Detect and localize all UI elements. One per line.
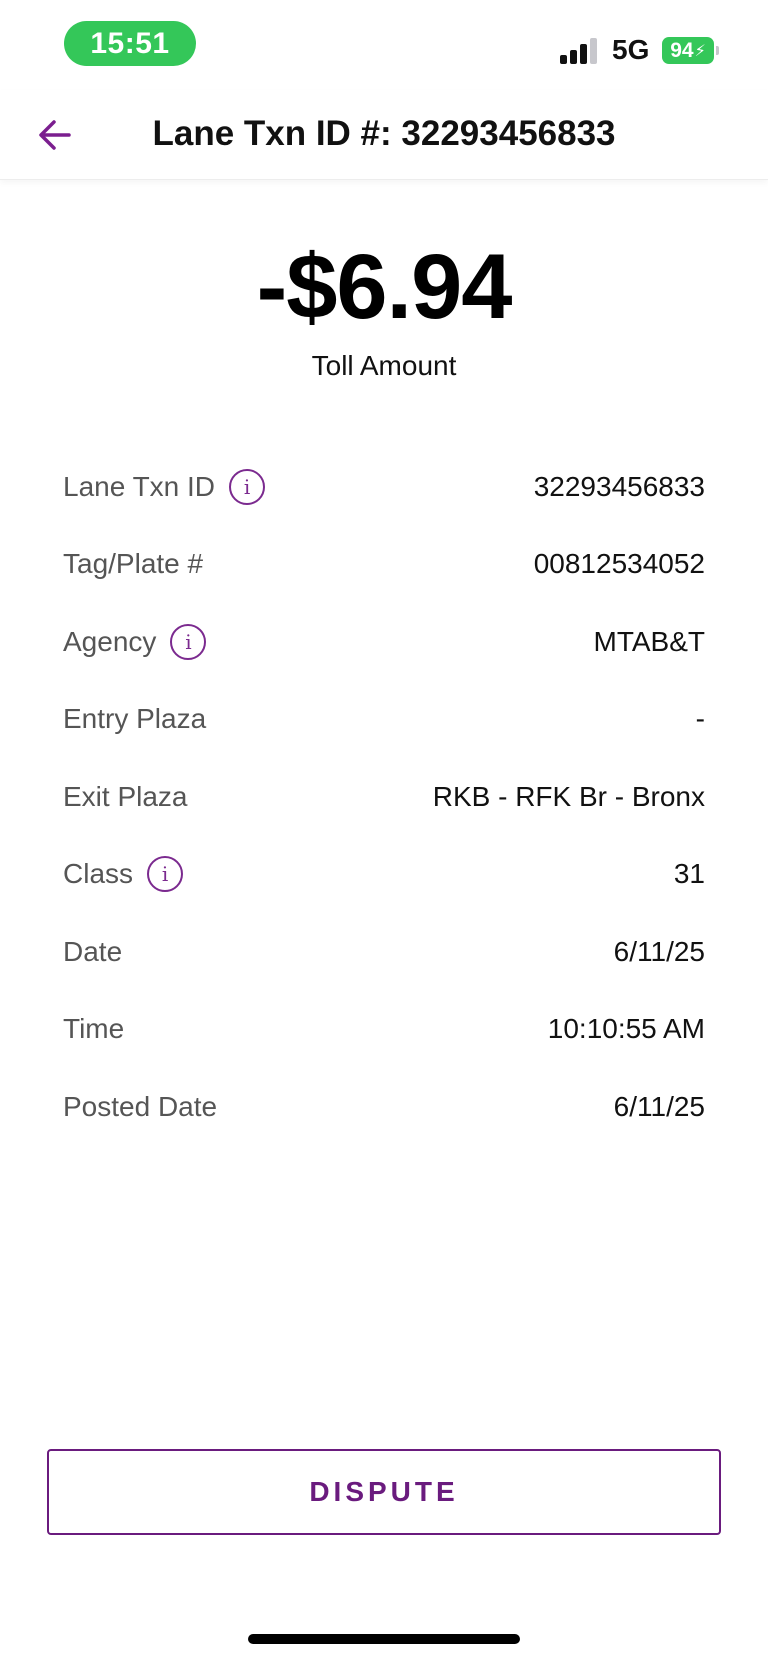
- toll-amount-value: -$6.94: [256, 236, 513, 338]
- battery-nub: [716, 46, 719, 55]
- detail-value: 31: [673, 858, 705, 890]
- info-icon[interactable]: i: [229, 468, 266, 505]
- detail-row: Agency i MTAB&T: [63, 603, 705, 681]
- detail-label: Time: [63, 1013, 125, 1045]
- detail-row: Class i 31: [63, 836, 705, 914]
- detail-label: Date: [63, 935, 123, 967]
- page-title: Lane Txn ID #: 32293456833: [152, 114, 616, 153]
- detail-row: Time 10:10:55 AM: [63, 991, 705, 1069]
- battery-level: 94: [670, 38, 694, 62]
- info-icon[interactable]: i: [147, 856, 184, 893]
- detail-value: MTAB&T: [593, 625, 705, 657]
- detail-value: RKB - RFK Br - Bronx: [432, 780, 705, 812]
- detail-row: Entry Plaza -: [63, 681, 705, 759]
- detail-label-group: Tag/Plate #: [63, 548, 203, 580]
- detail-label: Entry Plaza: [63, 703, 207, 735]
- screen: 15:51 5G 94 ⚡ Lane Txn ID #: 32293456833…: [0, 0, 768, 1662]
- detail-label-group: Time: [63, 1013, 124, 1045]
- charging-bolt-icon: ⚡: [694, 42, 706, 60]
- detail-value: 6/11/25: [613, 1090, 705, 1122]
- signal-strength-icon: [560, 38, 602, 64]
- info-icon[interactable]: i: [170, 623, 207, 660]
- detail-value: 00812534052: [533, 548, 705, 580]
- dispute-button[interactable]: DISPUTE: [47, 1449, 721, 1535]
- detail-row: Tag/Plate # 00812534052: [63, 526, 705, 604]
- home-indicator: [248, 1634, 520, 1644]
- detail-row: Date 6/11/25: [63, 913, 705, 991]
- detail-value: 6/11/25: [613, 935, 705, 967]
- detail-label-group: Lane Txn ID i: [63, 468, 266, 505]
- detail-label-group: Entry Plaza: [63, 703, 206, 735]
- detail-label-group: Date: [63, 936, 122, 968]
- detail-label: Class: [63, 858, 134, 890]
- detail-label: Lane Txn ID: [63, 470, 216, 502]
- network-type: 5G: [612, 34, 650, 65]
- status-bar: 15:51 5G 94 ⚡: [0, 0, 768, 90]
- detail-label: Tag/Plate #: [63, 548, 204, 580]
- detail-label-group: Agency i: [63, 623, 207, 660]
- toll-amount-label: Toll Amount: [311, 350, 457, 381]
- detail-label-group: Class i: [63, 856, 184, 893]
- detail-label: Posted Date: [63, 1090, 218, 1122]
- detail-label: Exit Plaza: [63, 780, 188, 812]
- status-time: 15:51: [64, 21, 196, 66]
- transaction-details: Lane Txn ID i 32293456833 Tag/Plate # 008125…: [63, 448, 705, 1146]
- detail-value: 10:10:55 AM: [547, 1013, 705, 1045]
- detail-label-group: Posted Date: [63, 1091, 217, 1123]
- battery-icon: 94 ⚡: [662, 37, 714, 64]
- detail-value: -: [695, 703, 705, 735]
- detail-label-group: Exit Plaza: [63, 781, 188, 813]
- header: Lane Txn ID #: 32293456833: [0, 90, 768, 180]
- detail-value: 32293456833: [533, 470, 705, 502]
- detail-label: Agency: [63, 625, 157, 657]
- detail-row: Exit Plaza RKB - RFK Br - Bronx: [63, 758, 705, 836]
- detail-row: Posted Date 6/11/25: [63, 1068, 705, 1146]
- detail-row: Lane Txn ID i 32293456833: [63, 448, 705, 526]
